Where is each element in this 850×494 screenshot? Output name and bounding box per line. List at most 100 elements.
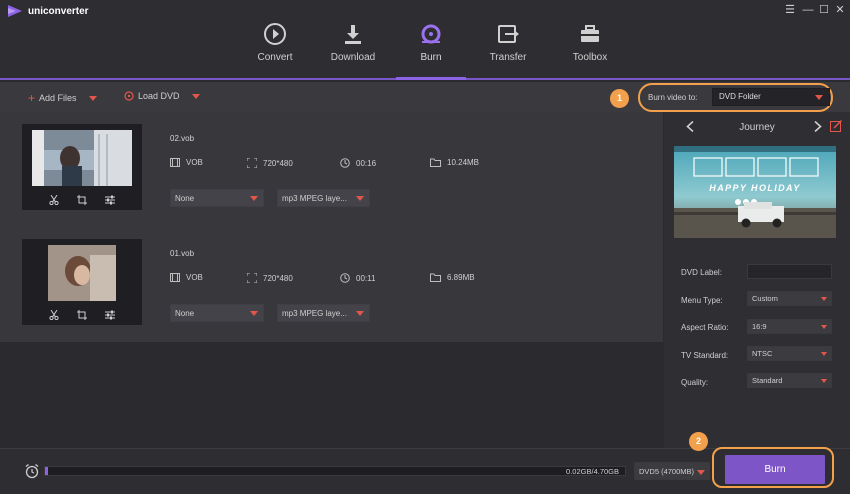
burn-button[interactable]: Burn (725, 455, 825, 484)
resolution-value: 720*480 (263, 158, 293, 168)
disc-type-value: DVD5 (4700MB) (639, 467, 695, 476)
quality-select[interactable]: Standard (747, 373, 832, 388)
subtitle-value: None (175, 309, 195, 318)
film-icon (170, 158, 180, 167)
convert-icon (264, 23, 286, 45)
template-preview[interactable]: HAPPY HOLIDAY (674, 146, 836, 238)
file-resolution: 720*480 (247, 273, 293, 283)
audio-select[interactable]: mp3 MPEG laye... (277, 304, 370, 322)
subtitle-value: None (175, 194, 195, 203)
subtitle-select[interactable]: None (170, 189, 264, 207)
dvd-label-label: DVD Label: (681, 268, 722, 277)
alarm-clock-icon[interactable] (24, 463, 40, 479)
burn-icon (421, 24, 441, 44)
scissors-icon[interactable] (49, 195, 59, 205)
audio-value: mp3 MPEG laye... (282, 194, 347, 203)
file-size: 10.24MB (430, 158, 479, 167)
burn-to-select[interactable]: DVD Folder (712, 88, 830, 106)
video-thumbnail (22, 239, 142, 325)
file-size: 6.89MB (430, 273, 475, 282)
tab-burn-label: Burn (420, 52, 442, 63)
scissors-icon[interactable] (49, 310, 59, 320)
chevron-down-icon (250, 196, 258, 201)
download-icon (345, 25, 361, 44)
effects-icon[interactable] (105, 310, 115, 320)
menu-icon[interactable]: ☰ (784, 4, 796, 16)
film-icon (170, 273, 180, 282)
chevron-down-icon (815, 95, 823, 100)
video-thumbnail (22, 124, 142, 210)
format-value: VOB (186, 273, 203, 282)
file-row[interactable]: 02.vob VOB 720*480 00:16 10.24MB None mp… (0, 112, 663, 227)
thumbnail-tools (22, 305, 142, 325)
folder-icon (430, 273, 441, 282)
disc-capacity-bar: 0.02GB/4.70GB (44, 466, 626, 476)
tab-burn[interactable]: Burn (396, 22, 466, 80)
resolution-icon (247, 273, 257, 283)
burn-settings-panel: Journey HAPPY HOLIDAY DVD Label: Menu Ty… (664, 112, 850, 448)
tab-convert-label: Convert (257, 52, 293, 63)
size-value: 6.89MB (447, 273, 475, 282)
effects-icon[interactable] (105, 195, 115, 205)
tab-convert[interactable]: Convert (240, 22, 310, 78)
subtitle-select[interactable]: None (170, 304, 264, 322)
tab-toolbox-label: Toolbox (572, 52, 608, 63)
clock-icon (340, 158, 350, 168)
preview-title-text: HAPPY HOLIDAY (709, 183, 800, 193)
clock-icon (340, 273, 350, 283)
add-files-button[interactable]: + Add Files (28, 91, 97, 105)
disc-capacity-fill (45, 467, 49, 475)
chevron-right-icon[interactable] (814, 121, 822, 132)
aspect-ratio-select[interactable]: 16:9 (747, 319, 832, 334)
size-value: 10.24MB (447, 158, 480, 167)
chevron-down-icon (356, 196, 364, 201)
step-badge-2: 2 (689, 432, 708, 451)
crop-icon[interactable] (77, 195, 87, 205)
file-row[interactable]: 01.vob VOB 720*480 00:11 6.89MB None mp3… (0, 227, 663, 342)
template-preview-image: HAPPY HOLIDAY (674, 146, 836, 238)
aspect-ratio-label: Aspect Ratio: (681, 323, 729, 332)
app-title: uniconverter (28, 6, 89, 17)
resolution-value: 720*480 (263, 273, 293, 283)
audio-value: mp3 MPEG laye... (282, 309, 347, 318)
close-icon[interactable]: ✕ (834, 4, 846, 16)
resolution-icon (247, 158, 257, 168)
chevron-down-icon (821, 379, 827, 383)
folder-icon (430, 158, 441, 167)
menu-type-label: Menu Type: (681, 296, 723, 305)
audio-select[interactable]: mp3 MPEG laye... (277, 189, 370, 207)
edit-icon[interactable] (830, 120, 842, 132)
aspect-ratio-value: 16:9 (752, 322, 767, 331)
file-format: VOB (170, 158, 203, 167)
step-badge-1: 1 (610, 89, 629, 108)
plus-icon: + (28, 91, 36, 105)
dvd-label-input[interactable] (747, 264, 832, 279)
maximize-icon[interactable]: ☐ (818, 4, 830, 16)
thumbnail-image (32, 245, 132, 301)
menu-type-select[interactable]: Custom (747, 291, 832, 306)
quality-label: Quality: (681, 378, 709, 387)
load-dvd-label: Load DVD (138, 91, 180, 101)
load-dvd-button[interactable]: Load DVD (124, 91, 200, 101)
minimize-icon[interactable]: — (802, 4, 814, 16)
file-name: 01.vob (170, 249, 195, 258)
toolbox-icon (581, 25, 599, 42)
template-nav: Journey (664, 112, 850, 140)
chevron-down-icon (821, 297, 827, 301)
tab-toolbox[interactable]: Toolbox (555, 22, 625, 78)
file-duration: 00:11 (340, 273, 375, 283)
file-resolution: 720*480 (247, 158, 293, 168)
menu-type-value: Custom (752, 294, 778, 303)
disc-icon (124, 91, 134, 101)
duration-value: 00:11 (356, 273, 376, 283)
tab-transfer-label: Transfer (489, 52, 527, 63)
quality-value: Standard (752, 376, 783, 385)
burn-to-label: Burn video to: (648, 93, 698, 102)
tab-download[interactable]: Download (318, 22, 388, 78)
tab-transfer[interactable]: Transfer (473, 22, 543, 78)
crop-icon[interactable] (77, 310, 87, 320)
disc-type-select[interactable]: DVD5 (4700MB) (634, 462, 710, 480)
tv-standard-select[interactable]: NTSC (747, 346, 832, 361)
duration-value: 00:16 (356, 158, 377, 168)
template-name: Journey (739, 122, 775, 133)
